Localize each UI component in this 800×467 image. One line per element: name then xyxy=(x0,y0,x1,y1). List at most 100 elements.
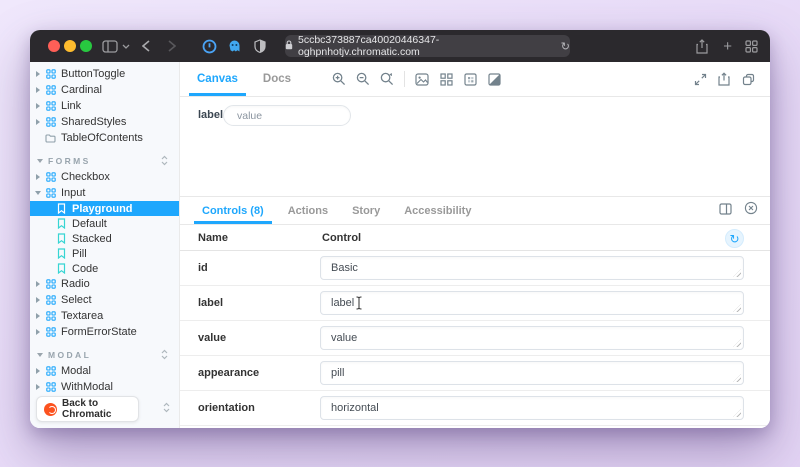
back-to-chromatic-button[interactable]: Back to Chromatic xyxy=(36,396,139,422)
sidebar-item-link[interactable]: Link xyxy=(30,98,179,114)
sidebar-item-formerrorstate[interactable]: FormErrorState xyxy=(30,324,179,340)
tab-controls[interactable]: Controls (8) xyxy=(194,197,272,224)
control-value: value xyxy=(331,332,357,344)
caret-down-icon xyxy=(37,353,43,357)
sidebar-item-withmodal[interactable]: WithModal xyxy=(30,379,179,395)
control-textarea-appearance[interactable]: pill xyxy=(320,361,744,385)
component-icon xyxy=(45,172,56,183)
control-value: Basic xyxy=(331,262,358,274)
sidebar-item-sharedstyles[interactable]: SharedStyles xyxy=(30,114,179,130)
section-label: MODAL xyxy=(48,350,91,360)
chevron-right-icon xyxy=(36,297,40,303)
extension-onepassword-icon[interactable] xyxy=(202,38,217,54)
sidebar-item-select[interactable]: Select xyxy=(30,292,179,308)
expand-collapse-icon[interactable] xyxy=(160,349,169,362)
sidebar-item-label: Code xyxy=(72,263,98,275)
control-textarea-label[interactable]: label xyxy=(320,291,744,315)
resize-handle[interactable] xyxy=(733,304,741,312)
tab-accessibility[interactable]: Accessibility xyxy=(396,197,479,224)
sidebar-item-label: Input xyxy=(61,187,85,199)
new-tab-icon[interactable]: + xyxy=(723,38,732,54)
tab-canvas[interactable]: Canvas xyxy=(189,62,246,96)
close-panel-icon[interactable] xyxy=(744,201,758,220)
chevron-right-icon xyxy=(36,119,40,125)
sidebar-item-modal[interactable]: Modal xyxy=(30,363,179,379)
sidebar-item-label: WithModal xyxy=(61,381,113,393)
sidebar-story-pill[interactable]: Pill xyxy=(30,246,179,261)
sidebar-section-modal[interactable]: MODAL xyxy=(30,347,179,363)
reload-icon[interactable]: ↻ xyxy=(561,40,570,53)
address-bar[interactable]: 5ccbc373887ca40020446347-oghpnhotjv.chro… xyxy=(285,35,570,57)
sidebar-story-playground[interactable]: Playground xyxy=(30,201,179,216)
outline-icon[interactable] xyxy=(482,62,506,96)
chevron-down-icon xyxy=(35,191,41,195)
chevron-down-icon[interactable] xyxy=(122,38,130,54)
sidebar-story-default[interactable]: Default xyxy=(30,216,179,231)
tab-label: Controls (8) xyxy=(202,205,264,217)
measure-icon[interactable] xyxy=(458,62,482,96)
expand-collapse-icon[interactable] xyxy=(162,402,171,416)
preview-text-input[interactable]: value xyxy=(223,105,351,126)
extension-ghost-icon[interactable] xyxy=(228,38,241,54)
resize-handle[interactable] xyxy=(733,374,741,382)
zoom-in-icon[interactable] xyxy=(327,62,351,96)
panel-position-icon[interactable] xyxy=(719,202,732,220)
reset-controls-button[interactable]: ↻ xyxy=(725,229,744,248)
extension-shield-icon[interactable] xyxy=(254,38,266,54)
sidebar-item-label: Cardinal xyxy=(61,84,102,96)
chevron-right-icon xyxy=(36,313,40,319)
sidebar-item-cardinal[interactable]: Cardinal xyxy=(30,82,179,98)
caret-down-icon xyxy=(37,159,43,163)
lock-icon xyxy=(285,40,293,53)
sidebar-item-textarea[interactable]: Textarea xyxy=(30,308,179,324)
component-icon xyxy=(45,295,56,306)
sidebar-item-label: Stacked xyxy=(72,233,112,245)
storybook-main: Canvas Docs xyxy=(180,62,770,428)
component-icon xyxy=(45,188,56,199)
sidebar-item-buttontoggle[interactable]: ButtonToggle xyxy=(30,66,179,82)
expand-collapse-icon[interactable] xyxy=(160,155,169,168)
control-name: label xyxy=(198,297,223,309)
chevron-right-icon xyxy=(36,368,40,374)
component-icon xyxy=(45,101,56,112)
minimize-window-button[interactable] xyxy=(64,40,76,52)
grid-icon[interactable] xyxy=(434,62,458,96)
forward-icon[interactable] xyxy=(168,38,176,54)
control-textarea-id[interactable]: Basic xyxy=(320,256,744,280)
sidebar-item-radio[interactable]: Radio xyxy=(30,276,179,292)
sidebar-story-stacked[interactable]: Stacked xyxy=(30,231,179,246)
tab-actions[interactable]: Actions xyxy=(280,197,336,224)
control-textarea-value[interactable]: value xyxy=(320,326,744,350)
zoom-reset-icon[interactable] xyxy=(375,62,399,96)
bookmark-icon xyxy=(56,218,67,229)
sidebar-item-input[interactable]: Input xyxy=(30,185,179,201)
share-icon[interactable] xyxy=(696,38,708,54)
sidebar-toggle-icon[interactable] xyxy=(102,38,118,54)
fullscreen-icon[interactable] xyxy=(688,62,712,96)
resize-handle[interactable] xyxy=(733,339,741,347)
tab-overview-icon[interactable] xyxy=(745,38,758,54)
tab-docs[interactable]: Docs xyxy=(255,62,299,96)
component-icon xyxy=(45,69,56,80)
chevron-right-icon xyxy=(36,384,40,390)
sidebar-story-code[interactable]: Code xyxy=(30,261,179,276)
sidebar-section-forms[interactable]: FORMS xyxy=(30,153,179,169)
tab-story[interactable]: Story xyxy=(344,197,388,224)
sidebar-item-checkbox[interactable]: Checkbox xyxy=(30,169,179,185)
control-textarea-orientation[interactable]: horizontal xyxy=(320,396,744,420)
zoom-out-icon[interactable] xyxy=(351,62,375,96)
close-window-button[interactable] xyxy=(48,40,60,52)
resize-handle[interactable] xyxy=(733,409,741,417)
background-icon[interactable] xyxy=(410,62,434,96)
sidebar-item-label: Radio xyxy=(61,278,90,290)
component-icon xyxy=(45,311,56,322)
back-icon[interactable] xyxy=(142,38,150,54)
zoom-window-button[interactable] xyxy=(80,40,92,52)
controls-table-header: Name Control ↻ xyxy=(180,225,770,251)
copy-link-icon[interactable] xyxy=(736,62,760,96)
sidebar-item-tableofcontents[interactable]: TableOfContents xyxy=(30,130,179,146)
open-in-new-tab-icon[interactable] xyxy=(712,62,736,96)
resize-handle[interactable] xyxy=(733,269,741,277)
sidebar-item-label: TableOfContents xyxy=(61,132,143,144)
chevron-right-icon xyxy=(36,87,40,93)
